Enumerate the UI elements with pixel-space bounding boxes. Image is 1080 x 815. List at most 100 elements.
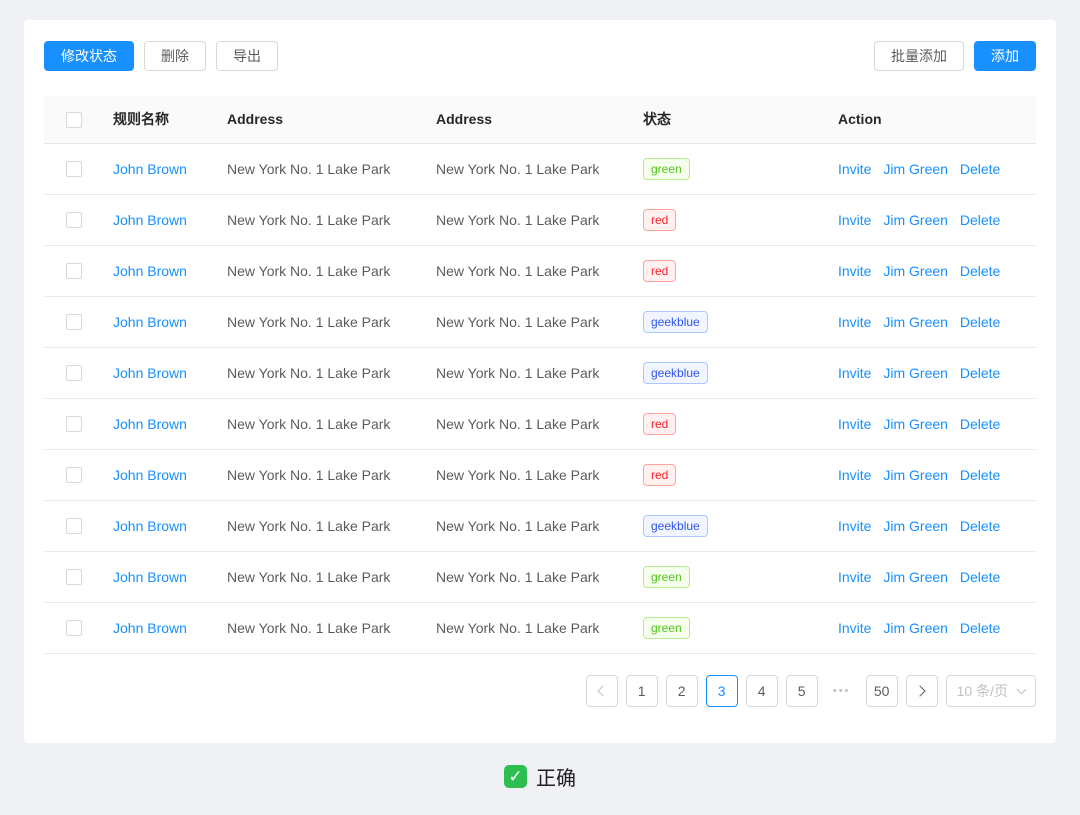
- table-row: John Brown New York No. 1 Lake Park New …: [44, 398, 1036, 449]
- user-link[interactable]: Jim Green: [883, 161, 948, 177]
- pagination-page-1[interactable]: 1: [626, 675, 658, 707]
- page-size-select[interactable]: 10 条/页: [946, 675, 1036, 707]
- address-cell-1: New York No. 1 Lake Park: [211, 602, 420, 653]
- column-header-address2: Address: [420, 96, 627, 143]
- rules-table: 规则名称 Address Address 状态 Action John Brow…: [44, 96, 1036, 654]
- delete-link[interactable]: Delete: [960, 569, 1000, 585]
- table-row: John Brown New York No. 1 Lake Park New …: [44, 449, 1036, 500]
- invite-link[interactable]: Invite: [838, 365, 871, 381]
- row-checkbox[interactable]: [66, 467, 82, 483]
- table-row: John Brown New York No. 1 Lake Park New …: [44, 602, 1036, 653]
- row-checkbox[interactable]: [66, 569, 82, 585]
- row-checkbox[interactable]: [66, 314, 82, 330]
- user-link[interactable]: Jim Green: [883, 263, 948, 279]
- invite-link[interactable]: Invite: [838, 467, 871, 483]
- row-checkbox[interactable]: [66, 212, 82, 228]
- pagination-page-50[interactable]: 50: [866, 675, 898, 707]
- rule-name-link[interactable]: John Brown: [113, 365, 187, 381]
- invite-link[interactable]: Invite: [838, 263, 871, 279]
- invite-link[interactable]: Invite: [838, 620, 871, 636]
- rule-name-link[interactable]: John Brown: [113, 314, 187, 330]
- pagination-prev-button[interactable]: [586, 675, 618, 707]
- user-link[interactable]: Jim Green: [883, 467, 948, 483]
- address-cell-1: New York No. 1 Lake Park: [211, 551, 420, 602]
- delete-link[interactable]: Delete: [960, 161, 1000, 177]
- column-header-address1: Address: [211, 96, 420, 143]
- pagination-page-4[interactable]: 4: [746, 675, 778, 707]
- user-link[interactable]: Jim Green: [883, 212, 948, 228]
- user-link[interactable]: Jim Green: [883, 569, 948, 585]
- delete-link[interactable]: Delete: [960, 416, 1000, 432]
- row-checkbox[interactable]: [66, 518, 82, 534]
- status-tag: green: [643, 158, 690, 180]
- rule-name-link[interactable]: John Brown: [113, 467, 187, 483]
- row-checkbox[interactable]: [66, 365, 82, 381]
- toolbar-left-group: 修改状态 删除 导出: [44, 41, 278, 71]
- delete-link[interactable]: Delete: [960, 518, 1000, 534]
- table-header-row: 规则名称 Address Address 状态 Action: [44, 96, 1036, 143]
- rule-name-link[interactable]: John Brown: [113, 518, 187, 534]
- rule-name-link[interactable]: John Brown: [113, 416, 187, 432]
- rule-name-link[interactable]: John Brown: [113, 212, 187, 228]
- address-cell-1: New York No. 1 Lake Park: [211, 398, 420, 449]
- table-row: John Brown New York No. 1 Lake Park New …: [44, 296, 1036, 347]
- pagination-next-button[interactable]: [906, 675, 938, 707]
- delete-link[interactable]: Delete: [960, 467, 1000, 483]
- delete-link[interactable]: Delete: [960, 620, 1000, 636]
- row-checkbox[interactable]: [66, 416, 82, 432]
- invite-link[interactable]: Invite: [838, 212, 871, 228]
- invite-link[interactable]: Invite: [838, 518, 871, 534]
- user-link[interactable]: Jim Green: [883, 314, 948, 330]
- status-tag: red: [643, 464, 676, 486]
- delete-link[interactable]: Delete: [960, 365, 1000, 381]
- status-tag: geekblue: [643, 362, 708, 384]
- address-cell-1: New York No. 1 Lake Park: [211, 194, 420, 245]
- user-link[interactable]: Jim Green: [883, 365, 948, 381]
- user-link[interactable]: Jim Green: [883, 620, 948, 636]
- pagination-page-5[interactable]: 5: [786, 675, 818, 707]
- row-checkbox[interactable]: [66, 161, 82, 177]
- rule-name-link[interactable]: John Brown: [113, 569, 187, 585]
- status-tag: green: [643, 566, 690, 588]
- user-link[interactable]: Jim Green: [883, 518, 948, 534]
- pagination-page-2[interactable]: 2: [666, 675, 698, 707]
- row-checkbox[interactable]: [66, 263, 82, 279]
- chevron-left-icon: [597, 685, 608, 696]
- batch-add-button[interactable]: 批量添加: [874, 41, 964, 71]
- rule-name-link[interactable]: John Brown: [113, 263, 187, 279]
- column-header-action: Action: [822, 96, 1036, 143]
- rule-name-link[interactable]: John Brown: [113, 161, 187, 177]
- address-cell-2: New York No. 1 Lake Park: [420, 143, 627, 194]
- change-status-button[interactable]: 修改状态: [44, 41, 134, 71]
- rule-name-link[interactable]: John Brown: [113, 620, 187, 636]
- pagination: 12345•••50 10 条/页: [44, 675, 1036, 707]
- select-all-checkbox[interactable]: [66, 112, 82, 128]
- toolbar: 修改状态 删除 导出 批量添加 添加: [44, 41, 1036, 71]
- invite-link[interactable]: Invite: [838, 416, 871, 432]
- delete-link[interactable]: Delete: [960, 212, 1000, 228]
- invite-link[interactable]: Invite: [838, 569, 871, 585]
- add-button[interactable]: 添加: [974, 41, 1036, 71]
- table-row: John Brown New York No. 1 Lake Park New …: [44, 143, 1036, 194]
- delete-button[interactable]: 删除: [144, 41, 206, 71]
- address-cell-2: New York No. 1 Lake Park: [420, 296, 627, 347]
- pagination-page-3[interactable]: 3: [706, 675, 738, 707]
- user-link[interactable]: Jim Green: [883, 416, 948, 432]
- address-cell-1: New York No. 1 Lake Park: [211, 245, 420, 296]
- table-row: John Brown New York No. 1 Lake Park New …: [44, 500, 1036, 551]
- invite-link[interactable]: Invite: [838, 161, 871, 177]
- export-button[interactable]: 导出: [216, 41, 278, 71]
- delete-link[interactable]: Delete: [960, 314, 1000, 330]
- status-tag: green: [643, 617, 690, 639]
- status-tag: red: [643, 413, 676, 435]
- status-tag: red: [643, 260, 676, 282]
- address-cell-1: New York No. 1 Lake Park: [211, 449, 420, 500]
- invite-link[interactable]: Invite: [838, 314, 871, 330]
- address-cell-1: New York No. 1 Lake Park: [211, 347, 420, 398]
- delete-link[interactable]: Delete: [960, 263, 1000, 279]
- table-row: John Brown New York No. 1 Lake Park New …: [44, 245, 1036, 296]
- row-checkbox[interactable]: [66, 620, 82, 636]
- address-cell-1: New York No. 1 Lake Park: [211, 500, 420, 551]
- column-header-name: 规则名称: [97, 96, 211, 143]
- page-size-label: 10 条/页: [957, 681, 1008, 701]
